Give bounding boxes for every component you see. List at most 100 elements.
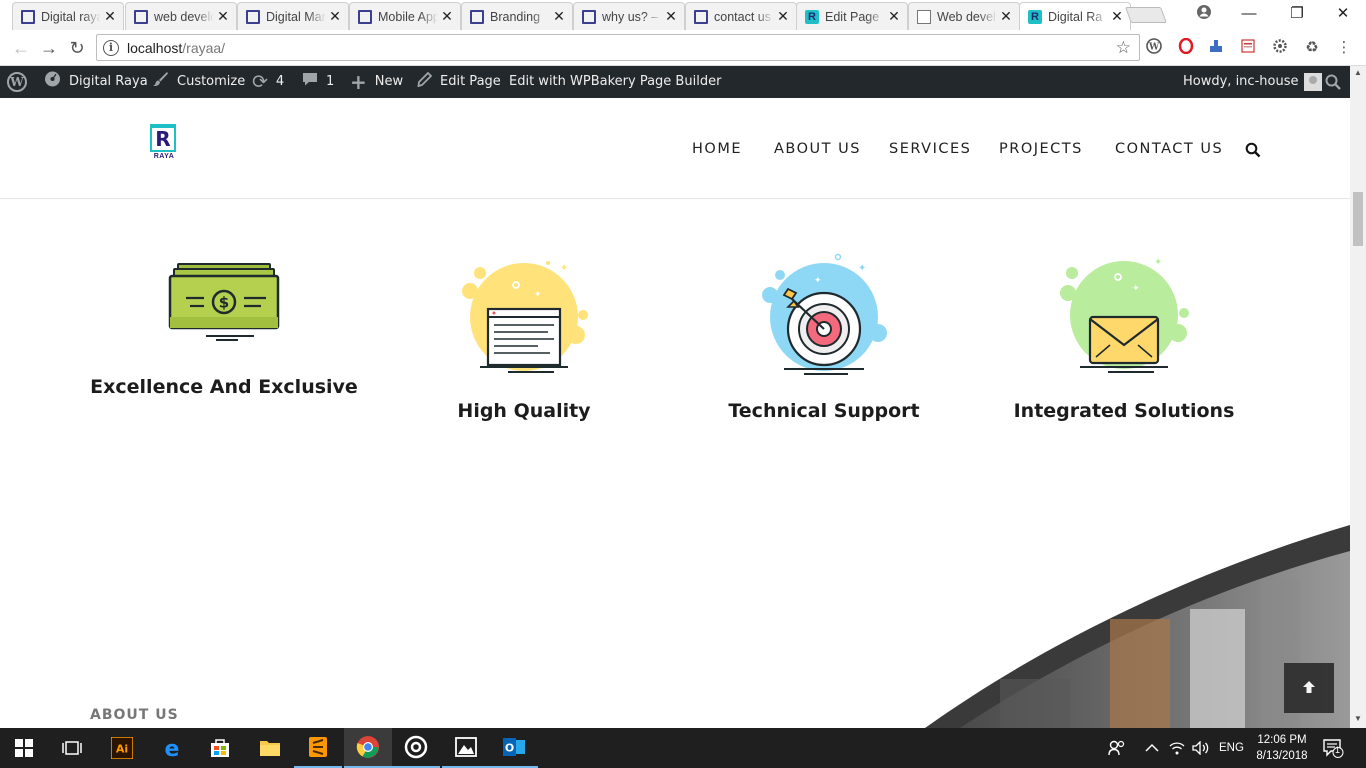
close-window-button[interactable]: ✕: [1331, 4, 1355, 24]
plus-icon: +: [350, 70, 367, 94]
close-tab-icon[interactable]: ✕: [997, 8, 1015, 25]
nav-home[interactable]: HOME: [692, 141, 742, 157]
taskbar-edge[interactable]: e: [148, 728, 196, 768]
close-tab-icon[interactable]: ✕: [1108, 8, 1126, 25]
browser-tab[interactable]: R Edit Page ✕: [796, 2, 908, 30]
svg-text:✦: ✦: [560, 263, 568, 274]
nav-projects[interactable]: PROJECTS: [999, 141, 1083, 157]
taskbar-photos[interactable]: [442, 728, 490, 768]
edit-page-link[interactable]: Edit Page: [417, 66, 501, 98]
site-info-icon[interactable]: i: [103, 39, 119, 56]
new-content-link[interactable]: + New: [350, 66, 403, 98]
dashboard-gauge-icon: [44, 66, 61, 98]
svg-text:✦: ✦: [858, 263, 866, 274]
close-tab-icon[interactable]: ✕: [662, 8, 680, 25]
settings-gear-extension-icon[interactable]: [1270, 38, 1290, 58]
site-name-link[interactable]: Digital Raya: [44, 66, 148, 98]
wordpress-extension-icon[interactable]: W: [1144, 38, 1164, 58]
volume-icon[interactable]: [1192, 728, 1210, 768]
browser-tab[interactable]: R Digital Ra ✕: [1019, 2, 1131, 30]
reload-button[interactable]: ↻: [66, 37, 88, 59]
close-tab-icon[interactable]: ✕: [774, 8, 792, 25]
wpbakery-link[interactable]: Edit with WPBakery Page Builder: [509, 66, 721, 98]
site-name-label: Digital Raya: [69, 74, 148, 89]
close-tab-icon[interactable]: ✕: [326, 8, 344, 25]
action-center-button[interactable]: 1: [1322, 728, 1344, 768]
account-menu[interactable]: Howdy, inc-house: [1183, 66, 1323, 98]
close-tab-icon[interactable]: ✕: [438, 8, 456, 25]
start-button[interactable]: [0, 728, 48, 768]
opera-extension-icon[interactable]: [1176, 37, 1196, 58]
page-scrollbar[interactable]: ▲ ▼: [1350, 66, 1366, 728]
comments-link[interactable]: 1: [302, 66, 334, 98]
browser-tab[interactable]: Web devel ✕: [908, 2, 1020, 30]
taskbar-obs[interactable]: [392, 728, 440, 768]
svg-text:O: O: [505, 742, 514, 755]
document-favicon-icon: [694, 9, 708, 24]
wifi-icon[interactable]: [1169, 728, 1185, 768]
browser-tab[interactable]: contact us ✕: [685, 2, 797, 30]
nav-contact-us[interactable]: CONTACT US: [1115, 141, 1223, 157]
recorder-app-icon: [404, 735, 428, 759]
svg-text:Ai: Ai: [116, 743, 128, 756]
user-profile-icon[interactable]: [1192, 4, 1216, 24]
scroll-up-arrow-icon[interactable]: ▲: [1353, 68, 1363, 77]
close-tab-icon[interactable]: ✕: [550, 8, 568, 25]
tab-title: Web devel: [937, 9, 996, 24]
system-clock[interactable]: 12:06 PM 8/13/2018: [1252, 732, 1312, 764]
new-tab-button[interactable]: [1125, 7, 1167, 23]
svg-text:✦: ✦: [814, 276, 822, 286]
taskbar-file-explorer[interactable]: [246, 728, 294, 768]
notifications-count: 1: [1335, 745, 1341, 755]
scroll-down-arrow-icon[interactable]: ▼: [1353, 714, 1363, 723]
tab-title: Branding: [490, 9, 541, 24]
back-button[interactable]: ←: [10, 37, 32, 59]
browser-tab[interactable]: Digital raya ✕: [12, 2, 124, 30]
admin-search-icon[interactable]: [1325, 66, 1341, 98]
chrome-menu-icon[interactable]: ⋮: [1334, 38, 1354, 58]
clipboard-extension-icon[interactable]: [1238, 38, 1258, 58]
close-tab-icon[interactable]: ✕: [214, 8, 232, 25]
page-favicon-icon: [917, 9, 931, 24]
customize-link[interactable]: Customize: [152, 66, 245, 98]
taskbar-store[interactable]: [196, 728, 244, 768]
logo-mark: R: [150, 124, 176, 152]
nav-about-us[interactable]: ABOUT US: [774, 141, 861, 157]
browser-tab[interactable]: web develo ✕: [125, 2, 237, 30]
site-logo[interactable]: R RAYA: [150, 124, 178, 162]
maximize-button[interactable]: ❐: [1285, 4, 1309, 24]
taskbar-illustrator[interactable]: Ai: [98, 728, 146, 768]
scrollbar-thumb[interactable]: [1353, 192, 1363, 246]
browser-tab[interactable]: Mobile App ✕: [349, 2, 461, 30]
task-view-button[interactable]: [48, 728, 96, 768]
tab-title: Edit Page: [825, 9, 880, 24]
paintbrush-icon: [152, 66, 169, 98]
people-icon[interactable]: [1108, 728, 1126, 768]
taskbar-chrome[interactable]: [344, 728, 392, 768]
stamp-extension-icon[interactable]: [1206, 38, 1226, 58]
browser-tab[interactable]: why us? – ✕: [573, 2, 685, 30]
address-bar[interactable]: i localhost/rayaa/ ☆: [96, 34, 1140, 61]
close-tab-icon[interactable]: ✕: [885, 8, 903, 25]
close-tab-icon[interactable]: ✕: [101, 8, 119, 25]
document-favicon-icon: [134, 9, 148, 24]
document-favicon-icon: [21, 9, 35, 24]
updates-link[interactable]: ⟳ 4: [252, 66, 284, 98]
minimize-button[interactable]: —: [1237, 4, 1261, 24]
search-icon[interactable]: [1245, 142, 1261, 158]
taskbar-outlook[interactable]: O: [490, 728, 538, 768]
language-indicator[interactable]: ENG: [1219, 728, 1244, 768]
taskbar-sublime-text[interactable]: [294, 728, 342, 768]
recycle-extension-icon[interactable]: ♻: [1302, 38, 1322, 58]
nav-services[interactable]: SERVICES: [889, 141, 971, 157]
tab-title: Mobile App: [378, 9, 438, 24]
wordpress-logo-icon[interactable]: W: [7, 66, 27, 98]
browser-tab[interactable]: Branding ✕: [461, 2, 573, 30]
show-hidden-icons-chevron-icon[interactable]: [1145, 728, 1159, 768]
target-icon: ✦ ✦: [762, 253, 887, 375]
forward-button[interactable]: →: [38, 37, 60, 59]
wp-admin-bar: W Digital Raya Customize ⟳ 4 1 + New Edi…: [0, 66, 1366, 98]
browser-tab[interactable]: Digital Mar ✕: [237, 2, 349, 30]
back-to-top-button[interactable]: [1284, 663, 1334, 713]
bookmark-star-icon[interactable]: ☆: [1116, 38, 1131, 58]
